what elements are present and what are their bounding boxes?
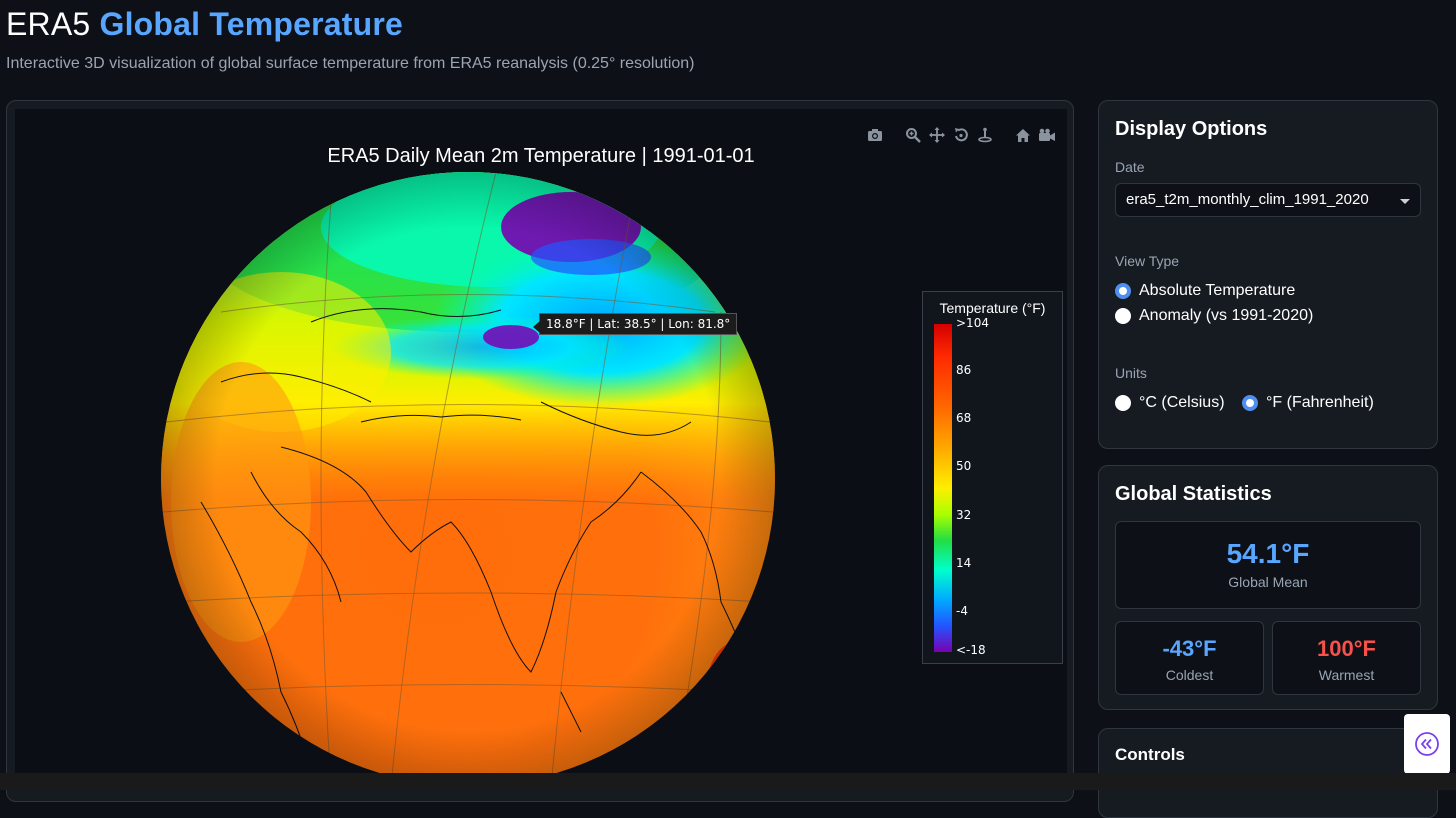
- globe-visualization-card: ERA5 Daily Mean 2m Temperature | 1991-01…: [6, 100, 1074, 802]
- chevron-down-icon: [1400, 199, 1410, 204]
- warmest-card: 100°F Warmest: [1272, 621, 1421, 695]
- colorbar-tick: 32: [956, 508, 972, 522]
- coldest-card: -43°F Coldest: [1115, 621, 1264, 695]
- plot-title: ERA5 Daily Mean 2m Temperature | 1991-01…: [327, 145, 755, 167]
- colorbar-tick: -4: [956, 604, 968, 618]
- pan-icon[interactable]: [927, 125, 947, 145]
- radio-selected-icon[interactable]: [1115, 283, 1131, 299]
- display-options-panel: Display Options Date era5_t2m_monthly_cl…: [1098, 100, 1438, 449]
- warmest-label: Warmest: [1318, 667, 1375, 683]
- view-type-label: View Type: [1115, 253, 1180, 269]
- collapse-sidebar-button[interactable]: [1404, 714, 1450, 774]
- hover-tooltip: 18.8°F | Lat: 38.5° | Lon: 81.8°: [532, 313, 738, 335]
- display-options-heading: Display Options: [1115, 118, 1268, 140]
- global-mean-card: 54.1°F Global Mean: [1115, 521, 1421, 609]
- units-celsius-option[interactable]: °C (Celsius): [1115, 394, 1225, 412]
- page-title: ERA5 Global Temperature: [6, 6, 403, 43]
- plot-modebar: [865, 125, 1057, 145]
- title-prefix: ERA5: [6, 6, 91, 42]
- camera-last-save-icon[interactable]: [1037, 125, 1057, 145]
- coldest-value: -43°F: [1162, 636, 1217, 661]
- date-label: Date: [1115, 159, 1145, 175]
- view-type-anomaly-option[interactable]: Anomaly (vs 1991-2020): [1115, 307, 1313, 325]
- colorbar-tick: 86: [956, 363, 972, 377]
- zoom-icon[interactable]: [903, 125, 923, 145]
- view-type-absolute-option[interactable]: Absolute Temperature: [1115, 282, 1295, 300]
- coldest-label: Coldest: [1165, 667, 1214, 683]
- colorbar-tick: >104: [956, 316, 989, 330]
- double-chevron-left-icon: [1415, 732, 1439, 756]
- temperature-globe[interactable]: [161, 172, 775, 786]
- plot-area[interactable]: ERA5 Daily Mean 2m Temperature | 1991-01…: [15, 109, 1067, 789]
- title-accent: Global Temperature: [99, 6, 404, 42]
- date-select-value: era5_t2m_monthly_clim_1991_2020: [1126, 191, 1369, 208]
- radio-unselected-icon[interactable]: [1115, 308, 1131, 324]
- units-label: Units: [1115, 365, 1147, 381]
- bottom-background-strip: [0, 773, 1456, 790]
- global-statistics-heading: Global Statistics: [1115, 483, 1272, 505]
- page-subtitle: Interactive 3D visualization of global s…: [6, 55, 695, 72]
- date-select[interactable]: era5_t2m_monthly_clim_1991_2020: [1115, 183, 1421, 217]
- global-mean-value: 54.1°F: [1226, 538, 1310, 569]
- colorbar-tick: 68: [956, 411, 972, 425]
- colorbar-tick: 14: [956, 556, 972, 570]
- colorbar-tick: <-18: [956, 643, 986, 657]
- turntable-rotation-icon[interactable]: [975, 125, 995, 145]
- radio-unselected-icon[interactable]: [1115, 395, 1131, 411]
- colorbar: Temperature (°F) >104 86 68 50 32 14 -4 …: [922, 291, 1063, 664]
- orbit-rotation-icon[interactable]: [951, 125, 971, 145]
- reset-camera-home-icon[interactable]: [1013, 125, 1033, 145]
- view-type-absolute-label: Absolute Temperature: [1139, 282, 1296, 299]
- colorbar-title: Temperature (°F): [939, 300, 1046, 316]
- controls-heading: Controls: [1115, 745, 1185, 764]
- view-type-anomaly-label: Anomaly (vs 1991-2020): [1139, 307, 1314, 324]
- warmest-value: 100°F: [1317, 636, 1376, 661]
- colorbar-gradient: [934, 324, 952, 652]
- colorbar-tick: 50: [956, 459, 972, 473]
- units-fahrenheit-label: °F (Fahrenheit): [1266, 394, 1374, 411]
- global-mean-label: Global Mean: [1228, 574, 1308, 590]
- camera-icon[interactable]: [865, 125, 885, 145]
- units-celsius-label: °C (Celsius): [1139, 394, 1225, 411]
- global-statistics-panel: Global Statistics 54.1°F Global Mean -43…: [1098, 465, 1438, 710]
- radio-selected-icon[interactable]: [1242, 395, 1258, 411]
- units-fahrenheit-option[interactable]: °F (Fahrenheit): [1242, 394, 1374, 412]
